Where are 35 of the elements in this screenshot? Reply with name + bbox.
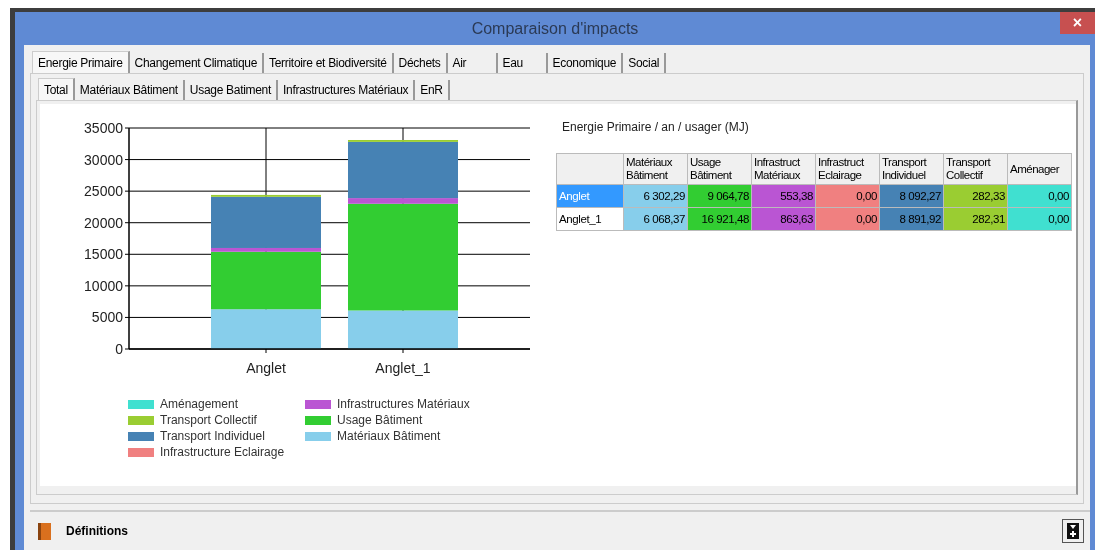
row-header[interactable]: Anglet_1 (556, 207, 624, 231)
legend-label: Usage Bâtiment (337, 413, 423, 427)
table-title: Energie Primaire / an / usager (MJ) (562, 120, 750, 134)
expand-button[interactable] (1062, 519, 1084, 543)
definitions-label: Définitions (66, 524, 129, 538)
tab[interactable]: Energie Primaire (32, 51, 130, 73)
y-tick-label: 35000 (84, 120, 123, 136)
legend-label: Transport Individuel (160, 429, 265, 443)
x-category-label: Anglet_1 (375, 360, 431, 376)
legend-label: Matériaux Bâtiment (337, 429, 441, 443)
legend-label: Transport Collectif (160, 413, 257, 427)
window-title: Comparaison d'impacts (471, 19, 639, 38)
header-cell (556, 153, 624, 185)
column-header: Infrastruct Eclairage (815, 153, 880, 185)
y-tick-label: 25000 (84, 183, 123, 200)
y-tick-label: 10000 (84, 277, 123, 294)
y-tick-label: 5000 (91, 309, 123, 326)
x-category-label: Anglet (246, 360, 286, 376)
expand-icon (1067, 523, 1079, 539)
y-tick-label: 15000 (84, 246, 123, 263)
column-header: Transport Individuel (879, 153, 944, 185)
column-header: Matériaux Bâtiment (623, 153, 688, 185)
close-button[interactable]: × (1060, 12, 1095, 34)
y-tick-label: 20000 (84, 214, 123, 231)
column-header: Aménager (1007, 153, 1072, 185)
tab[interactable]: Total (38, 78, 75, 100)
legend-label: Infrastructures Matériaux (337, 397, 470, 411)
legend-label: Infrastructure Eclairage (160, 445, 285, 459)
column-header: Infrastruct Matériaux (751, 153, 816, 185)
column-header: Transport Collectif (943, 153, 1008, 185)
book-icon (38, 522, 51, 540)
legend-label: Aménagement (160, 397, 239, 411)
y-tick-label: 0 (115, 341, 123, 357)
column-header: Usage Bâtiment (687, 153, 752, 185)
y-tick-label: 30000 (84, 151, 123, 168)
